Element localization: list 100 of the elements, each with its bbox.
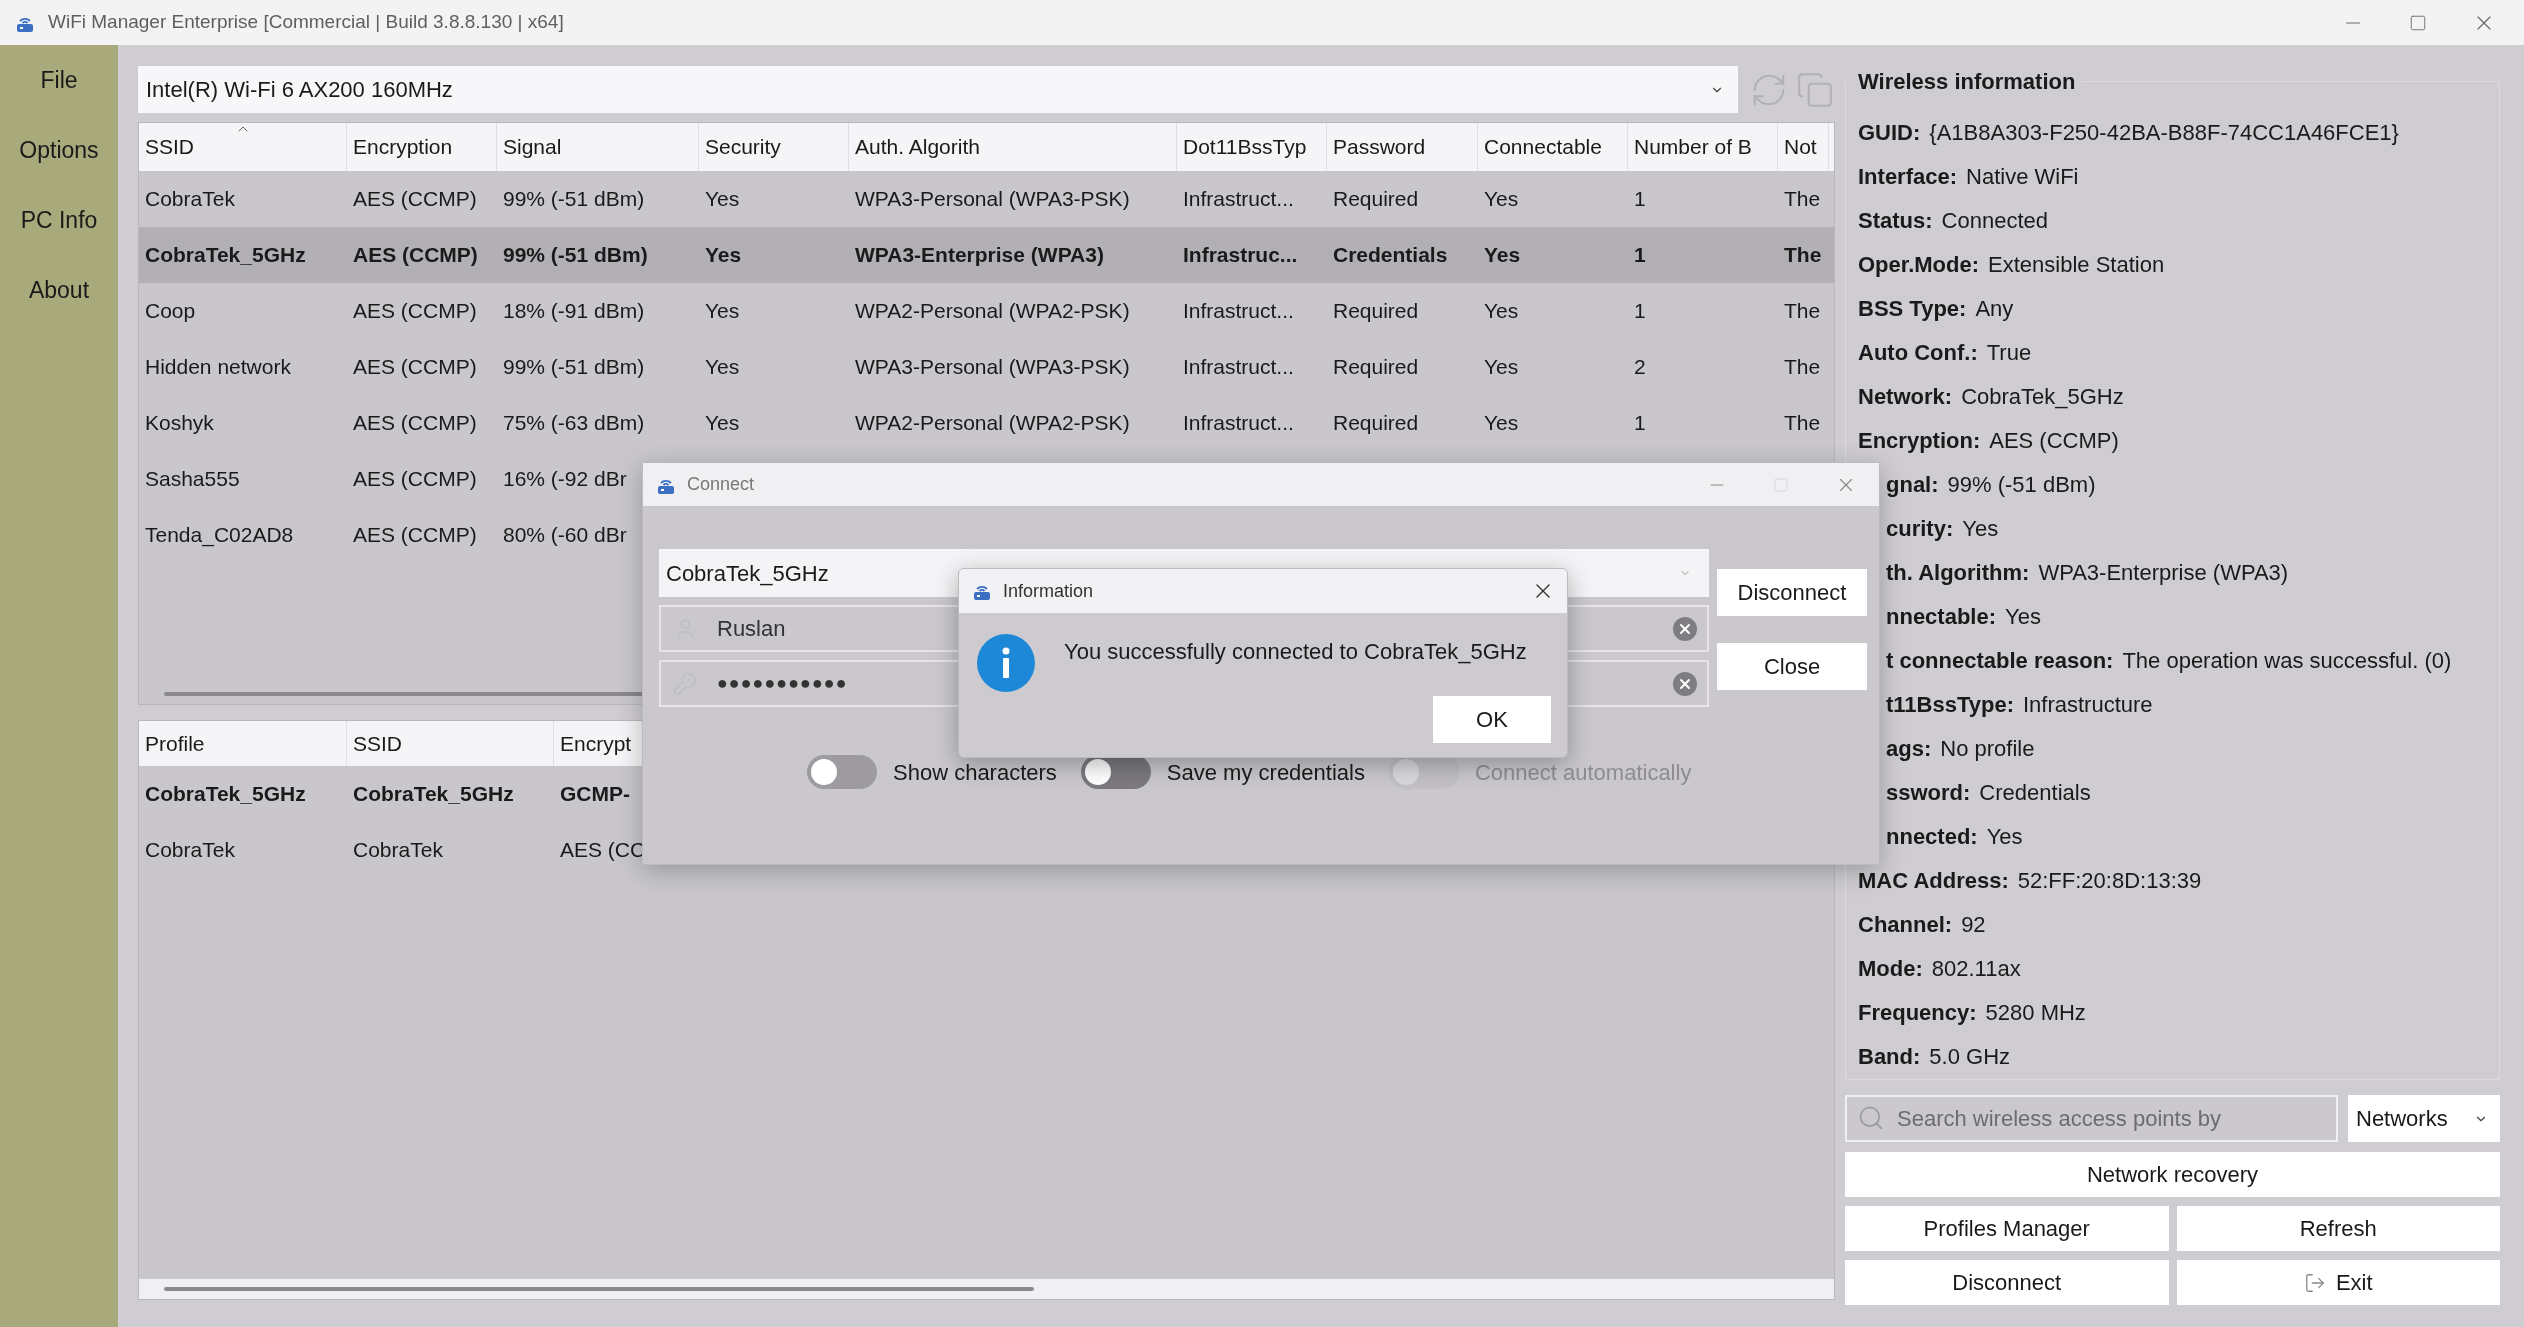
info-value: Native WiFi [1966,162,2079,191]
column-header[interactable]: Profile [139,721,347,766]
table-cell-text: WPA3-Personal (WPA3-PSK) [854,186,1131,213]
info-label: Band: [1858,1042,1921,1071]
info-value: {A1B8A303-F250-42BA-B88F-74CC1A46FCE1} [1929,118,2399,147]
column-header[interactable]: Security [699,123,849,171]
toggle-switch[interactable] [807,755,877,789]
table-cell-text: Yes [704,298,741,325]
info-value: 92 [1961,910,1986,939]
exit-button[interactable]: Exit [2176,1260,2500,1305]
scrollbar-thumb[interactable] [164,692,644,696]
table-cell-text: Required [1332,298,1420,325]
info-value: 5.0 GHz [1929,1042,2011,1071]
info-message: You successfully connected to CobraTek_5GHz [1064,638,1527,666]
search-field[interactable]: Search wireless access points by [1845,1095,2338,1142]
table-cell-text: The [1783,186,1822,213]
table-cell-text: 18% (-91 dBm) [502,298,646,325]
table-cell-text: Tenda_C02AD8 [144,522,295,549]
sidebar-item[interactable]: File [40,56,78,104]
info-label: Channel: [1858,910,1953,939]
table-cell-text: 1 [1633,186,1647,213]
info-label: GUID: [1858,118,1921,147]
info-value: CobraTek_5GHz [1961,382,2124,411]
table-cell-text: 16% (-92 dBr [502,466,627,493]
scope-dropdown[interactable]: Networks [2348,1095,2500,1142]
action-button[interactable]: Disconnect [1845,1260,2169,1305]
column-header[interactable]: Auth. Algorith [849,123,1177,171]
clear-icon[interactable] [1673,671,1697,696]
table-cell-text: AES (CCMP) [352,298,478,325]
column-header[interactable]: Signal [497,123,699,171]
sidebar-item[interactable]: PC Info [20,196,98,244]
window-title: WiFi Manager Enterprise [Commercial | Build 3.8.8.130 | x64] [48,10,564,35]
table-cell-text: The [1783,410,1822,437]
table-cell-text: WPA2-Personal (WPA2-PSK) [854,298,1131,325]
ok-button[interactable]: OK [1433,696,1551,743]
table-cell-text: AES (CCMP) [352,466,478,493]
table-cell-text: 2 [1633,354,1647,381]
sidebar-item[interactable]: About [28,266,90,314]
table-cell-text: Credentials [1332,242,1449,269]
info-label: gnal: [1886,470,1939,499]
table-cell-text: Required [1332,354,1420,381]
table-cell-text: GCMP- [559,781,630,808]
column-header[interactable]: Not [1778,123,1829,171]
info-label: ssword: [1886,778,1971,807]
table-cell-text: Required [1332,186,1420,213]
column-header[interactable]: Connectable [1478,123,1628,171]
copy-icon[interactable] [1796,70,1834,109]
info-value: Extensible Station [1988,250,2165,279]
table-cell-text: Yes [704,242,743,269]
action-button[interactable]: Network recovery [1845,1152,2500,1197]
info-value: 99% (-51 dBm) [1947,470,2096,499]
toggle-label: Connect automatically [1474,758,1692,787]
table-row[interactable]: Hidden network AES (CCMP) 99% (-51 dBm) Yes WPA3-Personal (WPA3-PSK) Infrastruct... Required Yes 2 The [139,339,1834,395]
table-cell-text: Infrastruct... [1182,186,1295,213]
table-cell-text: 1 [1633,298,1647,325]
table-cell-text: AES (CCMP) [352,186,478,213]
table-cell-text: Yes [1483,410,1520,437]
table-cell-text: Yes [1483,242,1522,269]
table-cell-text: 99% (-51 dBm) [502,354,646,381]
info-value: Infrastructure [2023,690,2153,719]
clear-icon[interactable] [1673,616,1697,641]
dialog-button[interactable]: Disconnect [1717,569,1867,616]
column-header[interactable]: Dot11BssTyp [1177,123,1327,171]
table-cell-text: Yes [704,186,741,213]
column-header[interactable]: SSID [347,721,554,766]
table-cell-text: Infrastruct... [1182,354,1295,381]
column-header[interactable]: Number of B [1628,123,1778,171]
column-header[interactable]: Encryption [347,123,497,171]
dialog-button[interactable]: Close [1717,643,1867,690]
scrollbar-thumb[interactable] [164,1287,1034,1291]
info-label: Auto Conf.: [1858,338,1978,367]
table-cell-text: Yes [1483,186,1520,213]
action-button[interactable]: Profiles Manager [1845,1206,2169,1251]
info-value: Connected [1941,206,2048,235]
action-button[interactable]: Refresh [2176,1206,2500,1251]
table-row[interactable]: Koshyk AES (CCMP) 75% (-63 dBm) Yes WPA2-Personal (WPA2-PSK) Infrastruct... Required Yes 1 The [139,395,1834,451]
info-label: nnectable: [1886,602,1997,631]
table-cell-text: CobraTek [352,837,444,864]
info-value: Any [1975,294,2014,323]
adapter-dropdown[interactable]: Intel(R) Wi-Fi 6 AX200 160MHz [138,66,1738,113]
sidebar-item[interactable]: Options [19,126,99,174]
table-row[interactable]: Coop AES (CCMP) 18% (-91 dBm) Yes WPA2-Personal (WPA2-PSK) Infrastruct... Required Yes 1 The [139,283,1834,339]
table-cell-text: Infrastruc... [1182,242,1299,269]
info-value: 52:FF:20:8D:13:39 [2017,866,2202,895]
column-header[interactable]: Password [1327,123,1478,171]
column-header[interactable]: SSID [139,123,347,171]
info-label: MAC Address: [1858,866,2009,895]
info-value: Yes [2005,602,2041,631]
info-label: Encryption: [1858,426,1981,455]
dialog-title: Connect [687,473,755,496]
table-row[interactable]: CobraTek_5GHz AES (CCMP) 99% (-51 dBm) Yes WPA3-Enterprise (WPA3) Infrastruc... Credentials Yes 1 The [139,227,1834,283]
info-label: t11BssType: [1886,690,2014,719]
table-cell-text: 99% (-51 dBm) [502,242,649,269]
table-cell-text: AES (CCMP) [352,354,478,381]
table-cell-text: Infrastruct... [1182,298,1295,325]
maximize-icon[interactable] [2409,13,2427,32]
table-row[interactable]: CobraTek AES (CCMP) 99% (-51 dBm) Yes WPA3-Personal (WPA3-PSK) Infrastruct... Required Yes 1 The [139,171,1834,227]
info-label: Mode: [1858,954,1923,983]
table-cell-text: 75% (-63 dBm) [502,410,646,437]
info-label: nnected: [1886,822,1978,851]
